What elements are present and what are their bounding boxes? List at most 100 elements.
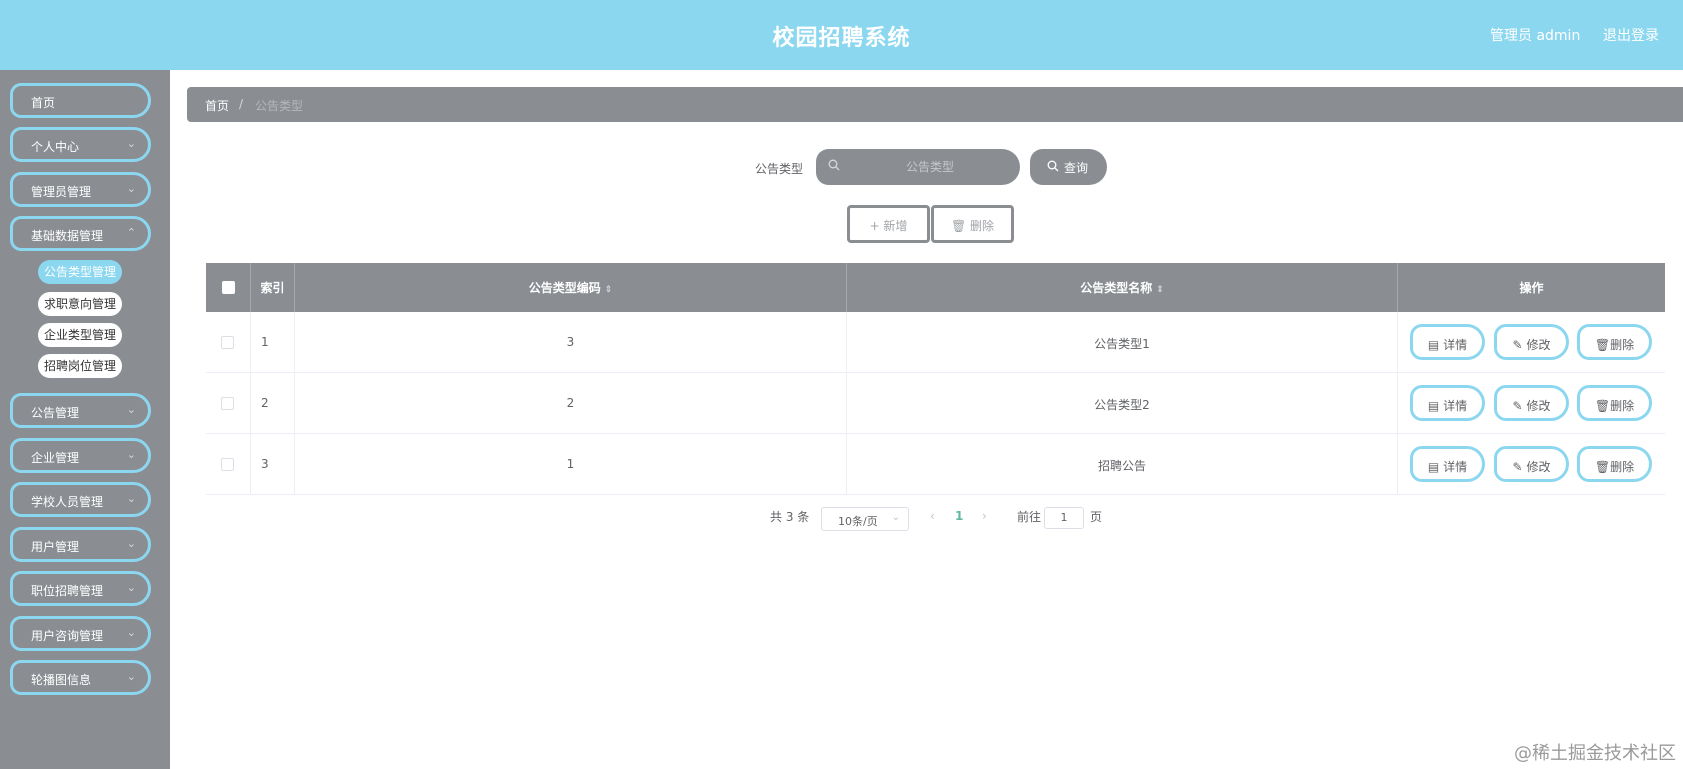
breadcrumb-home[interactable]: 首页 xyxy=(205,97,229,114)
document-icon: ▤ xyxy=(1427,338,1440,352)
sidebar-item-label: 管理员管理 xyxy=(31,185,92,199)
chevron-up-icon: ⌃ xyxy=(126,226,136,239)
delete-button[interactable]: 🗑删除 xyxy=(1577,446,1652,482)
add-button[interactable]: + 新增 xyxy=(847,205,930,243)
delete-button[interactable]: 🗑删除 xyxy=(1577,385,1652,421)
sidebar-item-user-management[interactable]: 用户管理 ⌄ xyxy=(10,527,151,562)
sidebar-subitem-company-type[interactable]: 企业类型管理 xyxy=(38,323,122,347)
edit-label: 修改 xyxy=(1526,338,1551,352)
sidebar-item-carousel[interactable]: 轮播图信息 ⌄ xyxy=(10,660,151,695)
column-header-label: 操作 xyxy=(1519,281,1544,295)
row-checkbox[interactable] xyxy=(221,397,234,410)
goto-label: 前往 xyxy=(1017,510,1042,524)
name-value: 公告类型2 xyxy=(1094,398,1150,412)
edit-label: 修改 xyxy=(1526,460,1551,474)
trash-icon: 🗑 xyxy=(950,219,967,233)
sidebar-item-basic-data[interactable]: 基础数据管理 ⌃ xyxy=(10,216,151,251)
sidebar-item-label: 用户咨询管理 xyxy=(31,629,104,643)
sidebar-item-home[interactable]: 首页 xyxy=(10,83,151,118)
row-select-cell xyxy=(206,434,251,495)
goto-page-input[interactable]: 1 xyxy=(1044,507,1084,529)
trash-icon: 🗑 xyxy=(1594,460,1611,474)
logout-link[interactable]: 退出登录 xyxy=(1603,25,1659,45)
sidebar-subitem-job-intention[interactable]: 求职意向管理 xyxy=(38,292,122,316)
sidebar-item-school-staff[interactable]: 学校人员管理 ⌄ xyxy=(10,482,151,517)
sidebar-subitem-recruit-position[interactable]: 招聘岗位管理 xyxy=(38,354,122,378)
chevron-down-icon: ⌄ xyxy=(126,182,136,195)
prev-page-icon[interactable]: ‹ xyxy=(930,509,935,523)
table-row: 2 2 公告类型2 ▤ 详情 ✎ 修改 🗑删除 xyxy=(206,373,1665,434)
chevron-down-icon: ⌄ xyxy=(126,137,136,150)
sidebar-item-company-management[interactable]: 企业管理 ⌄ xyxy=(10,438,151,473)
row-checkbox[interactable] xyxy=(221,458,234,471)
detail-button[interactable]: ▤ 详情 xyxy=(1410,446,1485,482)
data-table: 索引 公告类型编码 ⇕ 公告类型名称 ⇕ 操作 1 3 公告类型1 ▤ 详情 ✎ 修… xyxy=(206,263,1665,499)
name-value: 公告类型1 xyxy=(1094,337,1150,351)
current-page-number[interactable]: 1 xyxy=(955,509,963,523)
search-field[interactable] xyxy=(816,149,1020,185)
sidebar-item-label: 职位招聘管理 xyxy=(31,584,104,598)
name-cell: 公告类型2 xyxy=(847,373,1398,434)
sidebar-item-admin-management[interactable]: 管理员管理 ⌄ xyxy=(10,172,151,207)
code-cell: 3 xyxy=(295,312,847,373)
sidebar-item-personal-center[interactable]: 个人中心 ⌄ xyxy=(10,127,151,162)
document-icon: ▤ xyxy=(1427,460,1440,474)
search-icon xyxy=(828,159,840,171)
pagination-total: 共 3 条 xyxy=(770,510,810,524)
trash-icon: 🗑 xyxy=(1594,338,1611,352)
delete-label: 删除 xyxy=(1610,460,1635,474)
admin-label: 管理员 admin xyxy=(1490,28,1581,44)
column-header-index: 索引 xyxy=(251,263,295,312)
edit-button[interactable]: ✎ 修改 xyxy=(1494,446,1569,482)
chevron-down-icon: ⌄ xyxy=(126,626,136,639)
column-header-name[interactable]: 公告类型名称 ⇕ xyxy=(847,263,1398,312)
add-button-label: + 新增 xyxy=(869,219,908,233)
sort-icon[interactable]: ⇕ xyxy=(1156,285,1164,295)
batch-delete-button[interactable]: 🗑 删除 xyxy=(931,205,1014,243)
search-icon xyxy=(1047,160,1059,172)
delete-button-label: 🗑 删除 xyxy=(934,217,1011,234)
sidebar-subitem-notice-type[interactable]: 公告类型管理 xyxy=(38,260,122,284)
code-value: 1 xyxy=(566,457,575,471)
actions-cell: ▤ 详情 ✎ 修改 🗑删除 xyxy=(1398,312,1665,373)
table-row: 3 1 招聘公告 ▤ 详情 ✎ 修改 🗑删除 xyxy=(206,434,1665,495)
app-title: 校园招聘系统 xyxy=(772,26,911,51)
delete-label-text: 删除 xyxy=(970,219,995,233)
search-button-label: 查询 xyxy=(1064,161,1089,175)
trash-icon: 🗑 xyxy=(1594,399,1611,413)
actions-cell: ▤ 详情 ✎ 修改 🗑删除 xyxy=(1398,373,1665,434)
sidebar-item-label: 基础数据管理 xyxy=(31,229,104,243)
actions-cell: ▤ 详情 ✎ 修改 🗑删除 xyxy=(1398,434,1665,495)
index-value: 1 xyxy=(261,335,269,349)
delete-button[interactable]: 🗑删除 xyxy=(1577,324,1652,360)
page-size-select[interactable]: 10条/页 ⌄ xyxy=(821,507,909,531)
page-suffix-label: 页 xyxy=(1090,510,1103,524)
search-button[interactable]: 查询 xyxy=(1030,149,1107,185)
detail-button[interactable]: ▤ 详情 xyxy=(1410,324,1485,360)
edit-icon: ✎ xyxy=(1512,460,1523,474)
sort-icon[interactable]: ⇕ xyxy=(605,285,613,295)
detail-button[interactable]: ▤ 详情 xyxy=(1410,385,1485,421)
search-label: 公告类型 xyxy=(755,162,804,176)
sidebar-item-notice-management[interactable]: 公告管理 ⌄ xyxy=(10,393,151,428)
edit-button[interactable]: ✎ 修改 xyxy=(1494,385,1569,421)
column-header-label: 索引 xyxy=(260,281,285,295)
column-header-code[interactable]: 公告类型编码 ⇕ xyxy=(295,263,847,312)
sidebar-item-job-recruitment[interactable]: 职位招聘管理 ⌄ xyxy=(10,571,151,606)
chevron-down-icon: ⌄ xyxy=(126,581,136,594)
detail-label: 详情 xyxy=(1443,338,1468,352)
sidebar-item-user-consult[interactable]: 用户咨询管理 ⌄ xyxy=(10,616,151,651)
select-all-cell xyxy=(206,263,251,312)
edit-label: 修改 xyxy=(1526,399,1551,413)
code-value: 2 xyxy=(566,396,575,410)
breadcrumb: 首页 / 公告类型 xyxy=(187,87,1683,122)
select-all-checkbox[interactable] xyxy=(222,281,235,294)
edit-button[interactable]: ✎ 修改 xyxy=(1494,324,1569,360)
chevron-down-icon: ⌄ xyxy=(126,403,136,416)
next-page-icon[interactable]: › xyxy=(982,509,987,523)
sidebar-item-label: 用户管理 xyxy=(31,540,80,554)
row-checkbox[interactable] xyxy=(221,336,234,349)
row-select-cell xyxy=(206,312,251,373)
search-input[interactable] xyxy=(850,156,1010,178)
name-cell: 公告类型1 xyxy=(847,312,1398,373)
